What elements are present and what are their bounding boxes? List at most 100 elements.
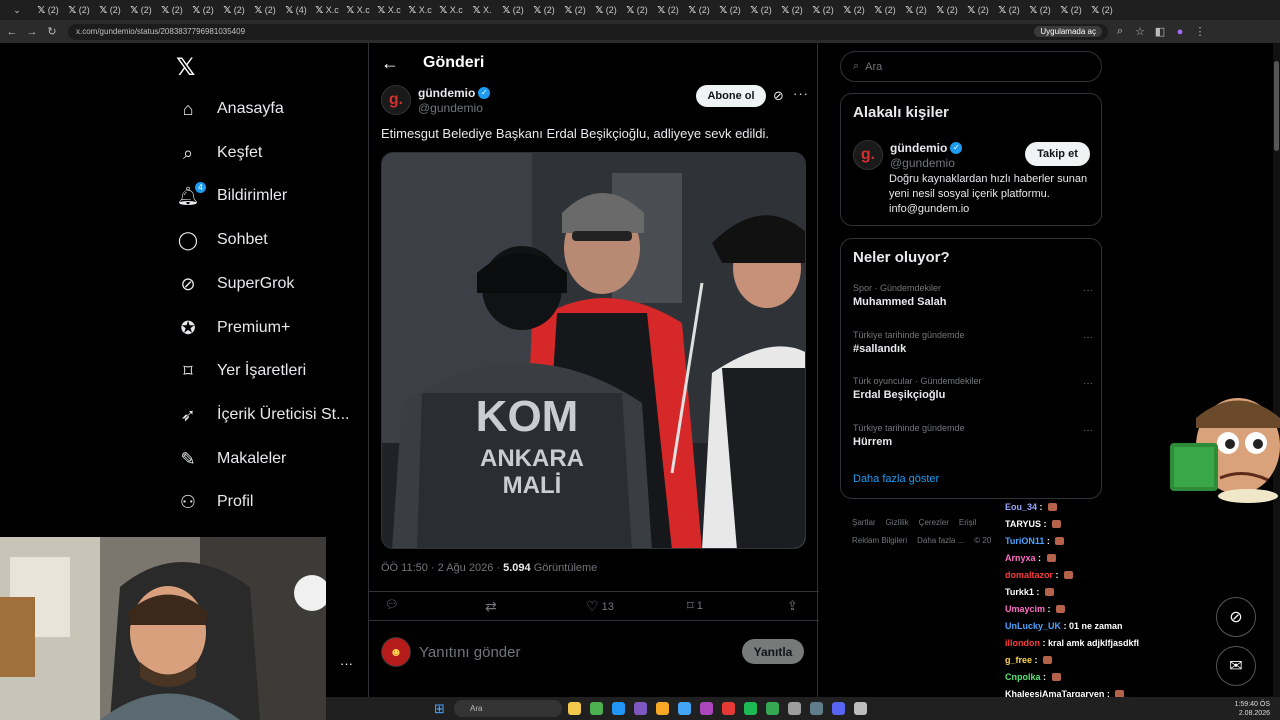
more-options-icon[interactable]: ··· [1083, 285, 1093, 296]
reply-icon[interactable]: 💬︎ [385, 598, 399, 611]
browser-tab[interactable]: 𝕏 X.c [314, 2, 340, 18]
trend-item[interactable]: Türkiye tarihinde gündemde #sallandık ··· [853, 330, 1093, 355]
discord-icon[interactable] [700, 702, 713, 715]
profile-avatar-icon[interactable]: ● [1172, 26, 1188, 38]
browser-tab[interactable]: 𝕏 (2) [655, 2, 681, 18]
avatar[interactable]: g. [381, 85, 411, 115]
browser-tab[interactable]: 𝕏 (2) [252, 2, 278, 18]
zoom-icon[interactable]: ⌕ [1112, 25, 1128, 38]
related-name[interactable]: gündemio [890, 141, 947, 155]
browser-tab[interactable]: 𝕏 (2) [686, 2, 712, 18]
x-logo-icon[interactable]: 𝕏 [176, 53, 195, 82]
sidebar-item-profile[interactable]: ⚇ Profil [176, 487, 254, 517]
scrollbar-thumb[interactable] [1274, 61, 1279, 151]
browser-tab[interactable]: 𝕏 (2) [500, 2, 526, 18]
author-handle[interactable]: @gundemio [418, 101, 490, 115]
browser-tab[interactable]: 𝕏 (2) [66, 2, 92, 18]
app-icon[interactable] [722, 702, 735, 715]
chrome-icon[interactable] [590, 702, 603, 715]
related-handle[interactable]: @gundemio [890, 156, 962, 170]
browser-tab[interactable]: 𝕏 (2) [996, 2, 1022, 18]
post-photo[interactable]: KOM ANKARA MALİ [381, 152, 806, 549]
more-options-icon[interactable]: ··· [1083, 378, 1093, 389]
url-field[interactable]: x.com/gundemio/status/208383779698103540… [68, 23, 1108, 40]
footer-link[interactable]: Gizlilik [886, 518, 909, 527]
widgets-icon[interactable] [568, 702, 581, 715]
browser-tab[interactable]: 𝕏 (2) [35, 2, 61, 18]
store-icon[interactable] [612, 702, 625, 715]
footer-link[interactable]: © 20 [974, 536, 991, 545]
taskbar-clock[interactable]: 1:59:40 ÖS 2.08.2026 [1235, 700, 1270, 718]
sidebar-item-home[interactable]: ⌂ Anasayfa [176, 94, 284, 124]
edge-icon[interactable] [678, 702, 691, 715]
tab-list-icon[interactable]: ⌄ [4, 2, 30, 18]
chrome-alt-icon[interactable] [766, 702, 779, 715]
grok-fab-icon[interactable]: ⊘ [1216, 597, 1256, 637]
subscribe-button[interactable]: Abone ol [696, 85, 766, 107]
star-icon[interactable]: ☆ [1132, 25, 1148, 38]
browser-tab[interactable]: 𝕏 (2) [717, 2, 743, 18]
page-scrollbar[interactable] [1273, 43, 1280, 697]
browser-tab[interactable]: 𝕏 (2) [965, 2, 991, 18]
extensions-icon[interactable]: ◧ [1152, 25, 1168, 38]
browser-tab[interactable]: 𝕏 (2) [531, 2, 557, 18]
settings-icon[interactable] [854, 702, 867, 715]
reply-button[interactable]: Yanıtla [742, 639, 804, 664]
repost-icon[interactable]: ⇄ [485, 598, 497, 615]
browser-tab[interactable]: 𝕏 (2) [903, 2, 929, 18]
more-options-icon[interactable]: ··· [793, 86, 809, 101]
browser-tab[interactable]: 𝕏 (2) [1027, 2, 1053, 18]
sidebar-item-chat[interactable]: ◯ Sohbet [176, 225, 268, 255]
browser-tab[interactable]: 𝕏 (2) [841, 2, 867, 18]
browser-tab[interactable]: 𝕏 X.c [376, 2, 402, 18]
copilot-icon[interactable] [634, 702, 647, 715]
back-arrow-icon[interactable]: ← [381, 53, 399, 74]
browser-tab[interactable]: 𝕏 (2) [624, 2, 650, 18]
browser-tab[interactable]: 𝕏 (2) [779, 2, 805, 18]
browser-tab[interactable]: 𝕏 X.c [345, 2, 371, 18]
browser-tab[interactable]: 𝕏 (2) [97, 2, 123, 18]
open-in-app-button[interactable]: Uygulamada aç [1034, 26, 1102, 37]
messages-fab-icon[interactable]: ✉ [1216, 646, 1256, 686]
obs-icon[interactable] [788, 702, 801, 715]
bookmark-button[interactable]: ⌑ 1 [687, 598, 703, 614]
browser-tab[interactable]: 𝕏 X. [469, 2, 495, 18]
browser-tab[interactable]: 𝕏 (2) [128, 2, 154, 18]
sidebar-item-grok[interactable]: ⊘ SuperGrok [176, 269, 294, 299]
browser-tab[interactable]: 𝕏 (2) [221, 2, 247, 18]
more-options-icon[interactable]: ··· [1083, 332, 1093, 343]
like-button[interactable]: ♡ 13 [586, 598, 614, 615]
forward-arrow-icon[interactable]: → [24, 26, 40, 38]
footer-link[interactable]: Şartlar [852, 518, 876, 527]
post-author[interactable]: g. gündemio ✓ @gundemio [381, 85, 491, 115]
trend-item[interactable]: Spor · Gündemdekiler Muhammed Salah ··· [853, 283, 1093, 308]
post-time[interactable]: ÖÖ 11:50 · 2 Ağu 2026 · [381, 562, 503, 574]
browser-tab[interactable]: 𝕏 (2) [562, 2, 588, 18]
sidebar-more-icon[interactable]: ··· [340, 656, 353, 671]
discord-alt-icon[interactable] [832, 702, 845, 715]
footer-link[interactable]: Daha fazla ... [917, 536, 964, 545]
browser-tab[interactable]: 𝕏 (2) [934, 2, 960, 18]
trend-item[interactable]: Türk oyuncular · Gündemdekiler Erdal Beşi… [853, 376, 1093, 401]
search-input[interactable]: ⌕ Ara [840, 51, 1102, 82]
menu-icon[interactable]: ⋮ [1192, 25, 1208, 38]
more-options-icon[interactable]: ··· [1083, 425, 1093, 436]
sidebar-item-bell[interactable]: 🔔︎ 4 Bildirimler [176, 181, 287, 211]
app-icon[interactable] [810, 702, 823, 715]
reply-composer[interactable]: ☻ Yanıtını gönder [381, 637, 520, 667]
browser-tab[interactable]: 𝕏 (2) [1058, 2, 1084, 18]
browser-tab[interactable]: 𝕏 (2) [1089, 2, 1115, 18]
sidebar-item-rocket[interactable]: ➶ İçerik Üreticisi St... [176, 400, 349, 430]
sidebar-item-search[interactable]: ⌕ Keşfet [176, 138, 262, 168]
grok-icon[interactable]: ⊘ [773, 88, 784, 104]
footer-link[interactable]: Çerezler [919, 518, 949, 527]
sidebar-item-premium[interactable]: ✪ Premium+ [176, 313, 290, 343]
show-more-link[interactable]: Daha fazla göster [853, 473, 939, 485]
browser-tab[interactable]: 𝕏 (2) [872, 2, 898, 18]
browser-tab[interactable]: 𝕏 (4) [283, 2, 309, 18]
browser-tab[interactable]: 𝕏 (2) [159, 2, 185, 18]
follow-button[interactable]: Takip et [1025, 142, 1090, 166]
browser-tab[interactable]: 𝕏 (2) [593, 2, 619, 18]
windows-start-icon[interactable]: ⊞ [434, 701, 445, 717]
browser-tab[interactable]: 𝕏 (2) [190, 2, 216, 18]
